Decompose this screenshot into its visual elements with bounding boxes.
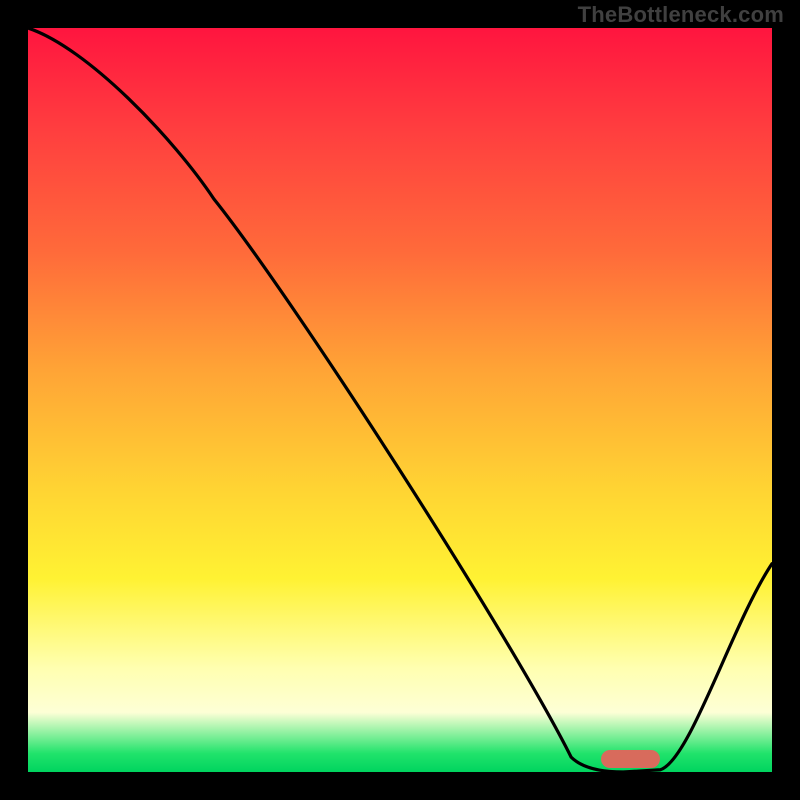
watermark-text: TheBottleneck.com: [578, 2, 784, 28]
chart-frame: TheBottleneck.com: [0, 0, 800, 800]
optimal-range-marker: [601, 750, 661, 768]
bottleneck-curve: [28, 28, 772, 772]
plot-area: [28, 28, 772, 772]
